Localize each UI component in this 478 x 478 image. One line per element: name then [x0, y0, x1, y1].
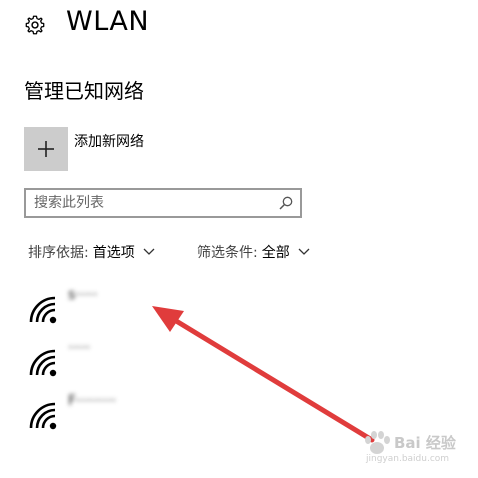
- watermark: Bai 经验 jingyan.baidu.com: [360, 430, 470, 470]
- wifi-signal-icon: [29, 402, 57, 430]
- watermark-text: Bai 经验: [394, 434, 456, 452]
- plus-icon: [38, 141, 54, 157]
- paw-logo-icon: [365, 431, 390, 454]
- network-item[interactable]: ·····: [24, 340, 204, 390]
- wifi-signal-icon: [29, 296, 57, 324]
- network-name: s·····: [68, 287, 98, 303]
- filter-label: 筛选条件:: [197, 245, 258, 261]
- page-title: WLAN: [66, 6, 150, 37]
- network-item[interactable]: F·········: [24, 393, 204, 443]
- watermark-url: jingyan.baidu.com: [366, 454, 450, 464]
- section-heading: 管理已知网络: [24, 79, 144, 103]
- search-icon[interactable]: [278, 195, 294, 211]
- gear-icon[interactable]: [24, 14, 46, 36]
- add-network-label[interactable]: 添加新网络: [74, 131, 144, 151]
- sort-dropdown[interactable]: 排序依据: 首选项: [28, 242, 155, 262]
- sort-value: 首选项: [92, 245, 135, 261]
- filter-value: 全部: [261, 245, 290, 261]
- chevron-down-icon: [143, 248, 155, 255]
- network-item[interactable]: s·····: [24, 287, 204, 337]
- network-name: ·····: [68, 340, 91, 356]
- search-box[interactable]: [24, 188, 302, 218]
- search-input[interactable]: [34, 193, 274, 213]
- wifi-signal-icon: [29, 349, 57, 377]
- network-name: F·········: [68, 393, 117, 409]
- add-network-button[interactable]: [24, 127, 68, 171]
- sort-label: 排序依据:: [28, 245, 89, 261]
- filter-dropdown[interactable]: 筛选条件: 全部: [197, 242, 310, 262]
- chevron-down-icon: [298, 248, 310, 255]
